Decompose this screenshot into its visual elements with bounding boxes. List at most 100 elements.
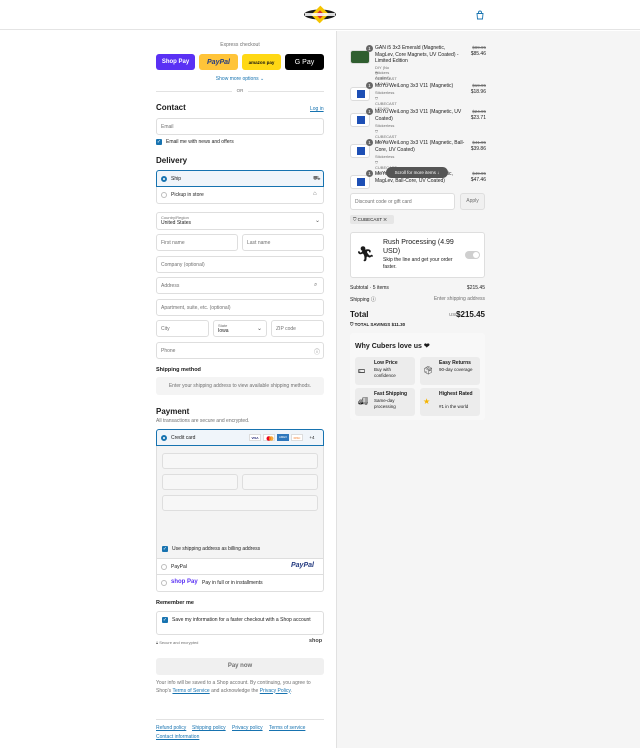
privacy-link[interactable]: Privacy Policy: [260, 688, 291, 694]
item-variant: Stickerless: [375, 123, 395, 128]
phone-input[interactable]: Phone ⓘ: [156, 342, 324, 359]
pay-now-button[interactable]: Pay now: [156, 658, 324, 675]
show-more-options-link[interactable]: Show more options ⌄: [156, 76, 324, 82]
last-name-placeholder: Last name: [247, 239, 271, 246]
ship-radio[interactable]: [161, 176, 167, 182]
help-icon[interactable]: ⓘ: [314, 347, 320, 356]
billing-same-checkbox[interactable]: ✓: [162, 546, 168, 552]
money-icon: 💵︎: [358, 366, 366, 375]
amazon-pay-button[interactable]: amazon pay: [242, 54, 281, 70]
google-pay-button[interactable]: G Pay: [285, 54, 324, 70]
shop-pay-logo: shop Pay: [171, 579, 198, 585]
pickup-option[interactable]: Pickup in store ⌂: [156, 187, 324, 204]
terms-link[interactable]: Terms of Service: [172, 688, 209, 694]
login-link[interactable]: Log in: [310, 106, 324, 112]
shipping-policy-link[interactable]: Shipping policy: [192, 725, 226, 731]
shop-pay-radio[interactable]: [161, 580, 167, 586]
remember-heading: Remember me: [156, 600, 194, 606]
apartment-input[interactable]: Apartment, suite, etc. (optional): [156, 299, 324, 316]
item-name: GAN i5 3x3 Emerald (Magnetic, MagLev, Co…: [375, 45, 459, 64]
state-select[interactable]: State Iowa ⌄: [213, 320, 267, 337]
ship-label: Ship: [171, 176, 182, 182]
feature-desc: #1 in the world: [439, 404, 469, 409]
shopping-bag-icon[interactable]: [475, 10, 485, 20]
country-select[interactable]: Country/Region United States ⌄: [156, 212, 324, 230]
item-name: MoYu WeiLong 3x3 V11 (Magnetic, UV Coate…: [375, 109, 462, 122]
save-info-label: Save my information for a faster checkou…: [172, 617, 311, 623]
security-code-input[interactable]: [242, 474, 318, 490]
discount-placeholder: Discount code or gift card: [355, 198, 412, 205]
search-icon: ⌕: [314, 282, 318, 288]
tag-icon: ⛉: [350, 322, 354, 327]
feature-card: 💵︎ Low Price Buy with confidence: [355, 357, 415, 385]
name-on-card-input[interactable]: [162, 495, 318, 511]
discount-code-input[interactable]: Discount code or gift card: [350, 193, 455, 210]
card-number-input[interactable]: [162, 453, 318, 469]
feature-desc: Buy with confidence: [374, 367, 396, 378]
store-icon: ⌂: [313, 191, 317, 197]
refund-policy-link[interactable]: Refund policy: [156, 725, 186, 731]
first-name-input[interactable]: First name: [156, 234, 238, 251]
order-summary: 1 GAN i5 3x3 Emerald (Magnetic, MagLev, …: [336, 31, 640, 748]
truck-icon: 🚚︎: [358, 397, 369, 406]
shop-pay-button[interactable]: Shop Pay: [156, 54, 195, 70]
rush-toggle[interactable]: [465, 251, 480, 259]
ship-option[interactable]: Ship ⛟: [156, 170, 324, 187]
shipping-value: Enter shipping address: [433, 296, 485, 302]
shipping-method-message: Enter your shipping address to view avai…: [156, 377, 324, 395]
pickup-label: Pickup in store: [171, 192, 204, 198]
amazon-pay-label: amazon pay: [248, 59, 275, 65]
remove-tag-icon[interactable]: ✕: [383, 217, 386, 222]
product-image: [350, 175, 370, 189]
terms-of-service-link[interactable]: Terms of service: [269, 725, 305, 731]
credit-card-option[interactable]: Credit card VISA AMEX DISC +4: [156, 429, 324, 446]
company-input[interactable]: Company (optional): [156, 256, 324, 273]
paypal-option[interactable]: PayPal PayPal: [156, 558, 324, 575]
original-price: $49.95: [472, 171, 486, 176]
secure-text: Secure and encrypted: [159, 640, 199, 645]
save-info-checkbox[interactable]: ✓: [162, 617, 168, 623]
chevron-down-icon: ⌄: [315, 218, 321, 224]
item-name: MoYu WeiLong 3x3 V11 (Magnetic, Ball-Cor…: [375, 140, 465, 153]
paypal-button[interactable]: PayPal: [199, 54, 238, 70]
shop-pay-option[interactable]: shop Pay Pay in full or in installments: [156, 575, 324, 592]
feature-title: Fast Shipping: [374, 391, 408, 397]
box-icon: 📦︎: [423, 366, 434, 375]
feature-card: ★ Highest Rated #1 in the world: [420, 388, 480, 416]
email-placeholder: Email: [161, 123, 174, 130]
total-label: Total: [350, 310, 369, 319]
feature-title: Low Price: [374, 360, 398, 366]
scroll-hint-text: Scroll for more items: [394, 170, 436, 175]
store-logo[interactable]: [303, 5, 337, 24]
city-input[interactable]: City: [156, 320, 209, 337]
scroll-hint[interactable]: Scroll for more items ↓: [386, 167, 448, 178]
zip-input[interactable]: ZIP code: [271, 320, 324, 337]
discount-tag-code: CUBECAST: [357, 217, 383, 222]
privacy-policy-link[interactable]: Privacy policy: [232, 725, 263, 731]
credit-card-radio[interactable]: [161, 435, 167, 441]
help-icon[interactable]: ⓘ: [371, 297, 376, 303]
google-pay-label: G Pay: [294, 58, 315, 66]
why-cubers-panel: Why Cubers love us ❤ 💵︎ Low Price Buy wi…: [350, 333, 485, 420]
email-input[interactable]: Email: [156, 118, 324, 135]
contact-information-link[interactable]: Contact information: [156, 734, 199, 740]
last-name-input[interactable]: Last name: [242, 234, 324, 251]
expiration-input[interactable]: [162, 474, 238, 490]
subtotal-label: Subtotal · 5 items: [350, 285, 389, 291]
paypal-logo: PayPal: [291, 562, 314, 569]
news-checkbox[interactable]: ✓: [156, 139, 162, 145]
paypal-option-label: PayPal: [171, 564, 187, 570]
card-details-panel: ✓ Use shipping address as billing addres…: [156, 446, 324, 558]
contact-heading: Contact: [156, 103, 186, 112]
show-more-label: Show more options: [215, 76, 259, 82]
or-separator: OR: [232, 88, 248, 93]
mastercard-icon: [263, 434, 275, 441]
star-icon: ★: [423, 397, 431, 406]
address-input[interactable]: Address ⌕: [156, 277, 324, 294]
item-price: $23.71: [470, 115, 486, 121]
city-placeholder: City: [161, 325, 170, 332]
pickup-radio[interactable]: [161, 192, 167, 198]
paypal-radio[interactable]: [161, 564, 167, 570]
apply-button[interactable]: Apply: [460, 193, 485, 210]
quantity-badge: 1: [366, 82, 373, 89]
